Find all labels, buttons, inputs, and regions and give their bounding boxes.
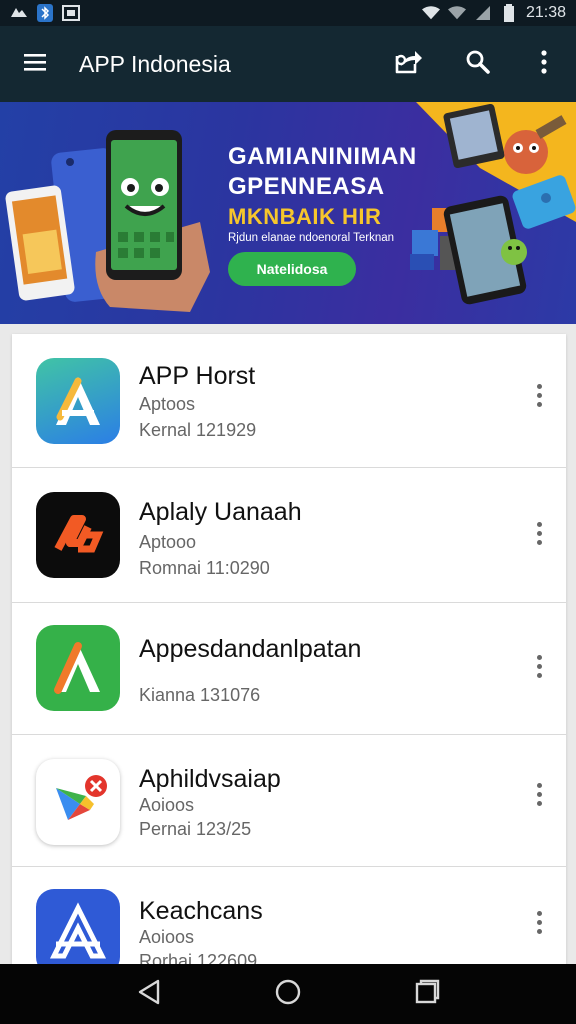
- dot: [536, 383, 542, 389]
- status-time: 21:38: [525, 4, 566, 21]
- dot: [536, 791, 542, 797]
- app-name: APP Horst: [139, 362, 256, 390]
- more-options-button[interactable]: [520, 40, 568, 88]
- share-icon: [393, 48, 423, 81]
- devices-illustration: [410, 103, 576, 305]
- row-more-button[interactable]: [526, 907, 552, 937]
- banner-cta-button[interactable]: Natelidosa: [228, 252, 356, 286]
- tablet-illustration: [443, 103, 505, 169]
- app-toolbar: APP Indonesia: [0, 26, 576, 102]
- battery-icon: [500, 4, 518, 22]
- status-bar: 21:38: [0, 0, 576, 26]
- play-store-icon: [36, 759, 120, 845]
- menu-icon: [23, 52, 47, 77]
- row-more-button[interactable]: [526, 380, 552, 410]
- dot: [536, 539, 542, 545]
- orange-logo-icon: [36, 492, 120, 578]
- row-more-button[interactable]: [526, 518, 552, 548]
- dot: [536, 919, 542, 925]
- more-vert-icon: [540, 49, 548, 79]
- app-store-a-icon: [36, 358, 120, 444]
- app-subtitle: Aptooo: [139, 532, 197, 552]
- list-item[interactable]: Keachcans Aoioos Rorhai 122609: [12, 867, 566, 975]
- dot: [536, 928, 542, 934]
- dot: [536, 521, 542, 527]
- list-item[interactable]: Aplaly Uanaah Aptooo Romnai 11:0290: [12, 468, 566, 603]
- dot: [536, 654, 542, 660]
- search-button[interactable]: [454, 40, 502, 88]
- row-more-button[interactable]: [526, 779, 552, 809]
- bluetooth-icon: [36, 4, 54, 22]
- app-name: Aphildvsaiap: [139, 765, 281, 793]
- status-left: [10, 4, 80, 22]
- promo-banner[interactable]: GAMIANINIMAN GPENNEASA MKNBAIK HIR Rjdun…: [0, 102, 576, 324]
- home-icon[interactable]: [274, 978, 302, 1011]
- search-icon: [465, 49, 491, 80]
- list-item[interactable]: Aphildvsaiap Aoioos Pernai 123/25: [12, 735, 566, 867]
- gamepad-illustration: [512, 175, 576, 229]
- wifi-icon: [421, 4, 440, 22]
- share-button[interactable]: [384, 40, 432, 88]
- banner-subtitle: Rjdun elanae ndoenoral Terknan: [228, 232, 395, 244]
- dot: [536, 800, 542, 806]
- system-nav-bar: [0, 964, 576, 1024]
- mascot-illustration: [504, 115, 567, 174]
- phones-illustration: [5, 130, 210, 312]
- phone-main: [106, 130, 182, 280]
- app-subtitle: Aptoos: [139, 394, 196, 414]
- signal-icon: [447, 4, 466, 22]
- app-name: Keachcans: [139, 897, 263, 925]
- page-title: APP Indonesia: [79, 50, 231, 77]
- app-name: Aplaly Uanaah: [139, 498, 302, 526]
- dot: [536, 401, 542, 407]
- back-icon[interactable]: [136, 978, 162, 1011]
- app-list: APP Horst Aptoos Kernal 121929 Aplaly Ua…: [12, 334, 566, 975]
- list-item[interactable]: APP Horst Aptoos Kernal 121929: [12, 334, 566, 468]
- app-version: Kernal 121929: [139, 420, 257, 440]
- dot: [536, 530, 542, 536]
- dot: [536, 910, 542, 916]
- green-a-icon: [36, 625, 120, 711]
- signal-icon-2: [474, 4, 492, 22]
- photos-icon: [10, 4, 28, 22]
- dot: [536, 392, 542, 398]
- app-subtitle: Aoioos: [139, 927, 195, 947]
- blue-a-icon: [36, 889, 120, 975]
- phone-right: [443, 195, 527, 305]
- menu-button[interactable]: [11, 40, 59, 88]
- row-more-button[interactable]: [526, 651, 552, 681]
- gallery-icon: [62, 4, 80, 22]
- app-subtitle: Aoioos: [139, 795, 195, 815]
- dot: [536, 782, 542, 788]
- dot: [536, 672, 542, 678]
- recents-icon[interactable]: [414, 979, 440, 1010]
- status-right: 21:38: [421, 4, 566, 22]
- app-version: Kianna 131076: [139, 685, 261, 705]
- app-name: Appesdandanlpatan: [139, 635, 362, 663]
- app-version: Romnai 11:0290: [139, 558, 270, 578]
- list-item[interactable]: Appesdandanlpatan Kianna 131076: [12, 603, 566, 735]
- app-version: Pernai 123/25: [139, 819, 252, 839]
- dot: [536, 663, 542, 669]
